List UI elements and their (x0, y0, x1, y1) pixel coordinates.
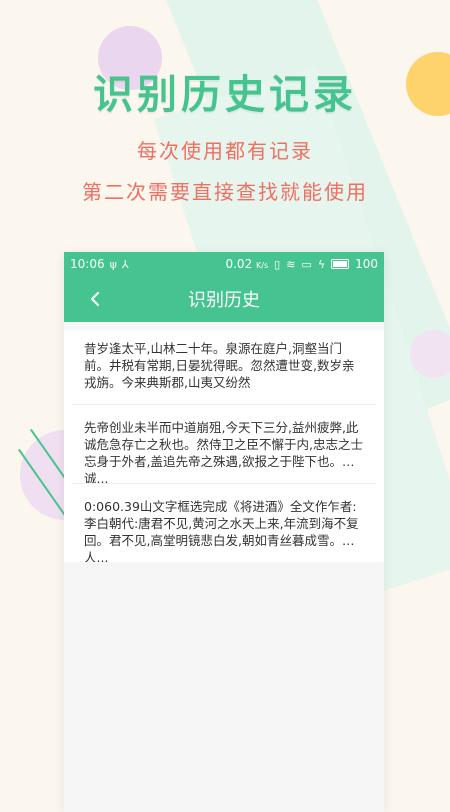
back-button[interactable] (82, 286, 108, 312)
battery-icon (331, 259, 350, 269)
screen-icon: ▭ (301, 257, 312, 271)
network-speed: 0.02 K/s (225, 257, 268, 271)
network-speed-unit: K/s (256, 261, 269, 270)
app-bar: 识别历史 (64, 276, 384, 322)
history-item[interactable]: 0:060.39山文字框选完成《将进酒》全文作乍者:李白朝代:唐君不见,黄河之水… (72, 488, 376, 562)
network-speed-value: 0.02 (225, 257, 253, 271)
history-item[interactable]: 先帝创业未半而中道崩殂,今天下三分,益州疲弊,此诚危急存亡之秋也。然侍卫之臣不懈… (72, 409, 376, 484)
status-time: 10:06 (70, 257, 105, 271)
vibrate-icon: ▯ (274, 257, 281, 271)
promo-title: 识别历史记录 (93, 72, 357, 118)
wifi-icon: ≋ (286, 257, 296, 271)
promo-subtitle-1: 每次使用都有记录 (137, 139, 313, 163)
usb-icon: ψ (109, 257, 117, 271)
status-bar: 10:06 ψ ⅄ 0.02 K/s ▯ ≋ ▭ ϟ 100 (64, 252, 384, 276)
history-list: 昔岁逢太平,山林二十年。泉源在庭户,洞壑当门前。井税有常期,日晏犹得眠。忽然遭世… (64, 330, 384, 562)
decor-circle-pink (410, 330, 450, 378)
history-item[interactable]: 昔岁逢太平,山林二十年。泉源在庭户,洞壑当门前。井税有常期,日晏犹得眠。忽然遭世… (72, 330, 376, 405)
share-icon: ⅄ (121, 257, 129, 271)
chevron-left-icon (90, 291, 100, 307)
battery-level: 100 (355, 257, 378, 271)
phone-screen: 10:06 ψ ⅄ 0.02 K/s ▯ ≋ ▭ ϟ 100 识别历史 昔岁逢太… (64, 252, 384, 812)
page-title: 识别历史 (188, 290, 260, 311)
promo-subtitle-2: 第二次需要直接查找就能使用 (82, 180, 368, 204)
charge-icon: ϟ (317, 257, 326, 271)
